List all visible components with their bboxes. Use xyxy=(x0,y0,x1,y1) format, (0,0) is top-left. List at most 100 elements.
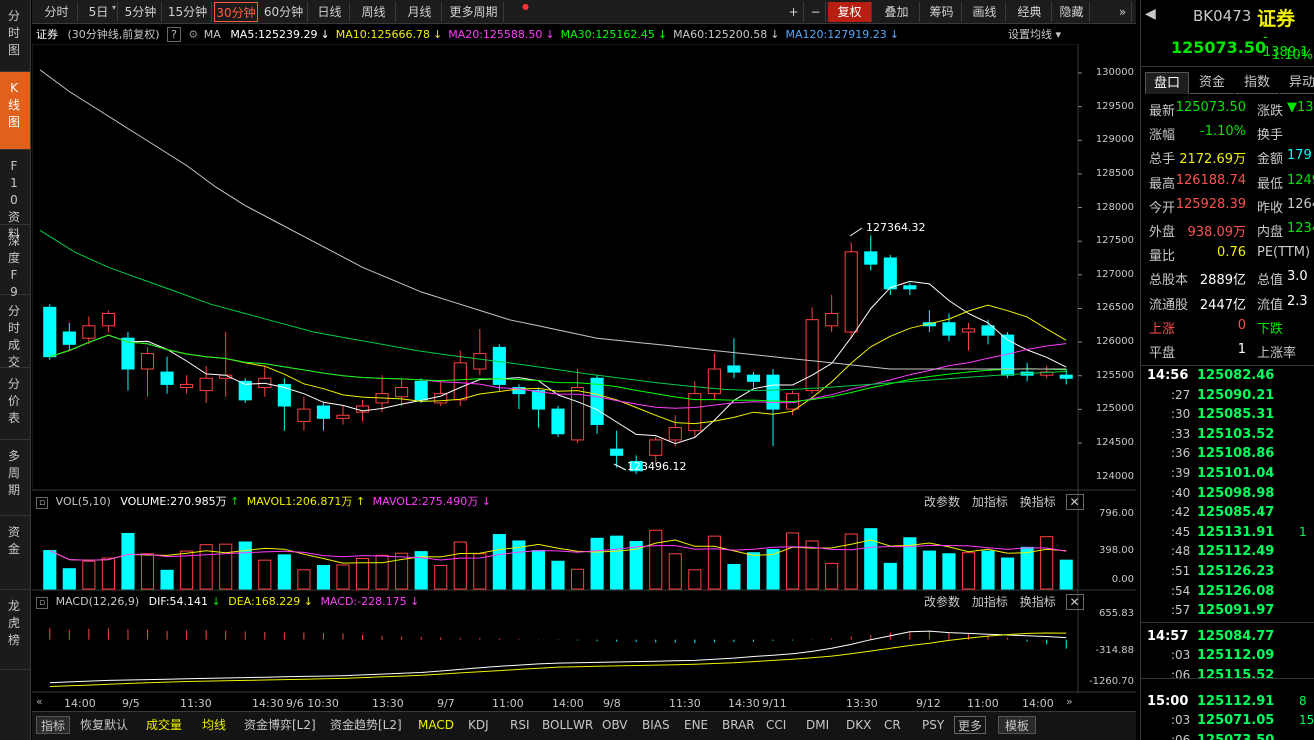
candle[interactable] xyxy=(610,430,624,468)
quote-tab-3[interactable]: 异动 xyxy=(1280,72,1314,94)
period-tab-5[interactable]: 60分钟 xyxy=(260,2,308,22)
indicator-tab-2[interactable]: 成交量 xyxy=(146,716,182,734)
candle[interactable] xyxy=(492,344,506,391)
candle[interactable] xyxy=(883,254,897,295)
volume-bar[interactable] xyxy=(1020,546,1034,590)
volume-bar[interactable] xyxy=(277,554,291,590)
indicator-tab-19[interactable]: PSY xyxy=(922,716,944,734)
volume-bar[interactable] xyxy=(727,563,741,590)
sidebar-item-4[interactable]: 分时成交 xyxy=(0,295,30,369)
volume-bar[interactable] xyxy=(707,535,721,590)
candle[interactable] xyxy=(82,316,96,345)
volume-bar[interactable] xyxy=(258,559,272,590)
candle[interactable] xyxy=(297,396,311,431)
volume-bar[interactable] xyxy=(590,537,604,590)
indicator-tab-8[interactable]: RSI xyxy=(510,716,530,734)
candle[interactable] xyxy=(903,282,917,295)
indicator-tab-1[interactable]: 恢复默认 xyxy=(80,716,128,734)
volume-bar[interactable] xyxy=(238,541,252,590)
volume-bar[interactable] xyxy=(570,568,585,590)
volume-bar[interactable] xyxy=(1001,557,1015,590)
candle[interactable] xyxy=(844,242,858,339)
candle[interactable] xyxy=(922,310,936,332)
indicator-tab-10[interactable]: WR xyxy=(573,716,593,734)
toolbar-right-1[interactable]: − xyxy=(806,2,826,22)
volume-bar[interactable] xyxy=(82,560,96,590)
volume-bar[interactable] xyxy=(629,540,643,590)
candle[interactable] xyxy=(570,369,585,443)
volume-bar[interactable] xyxy=(434,565,448,590)
indicator-tab-13[interactable]: ENE xyxy=(684,716,708,734)
period-tab-2[interactable]: 5分钟 xyxy=(120,2,162,22)
sidebar-item-3[interactable]: 深度F9 xyxy=(0,225,30,299)
candle[interactable] xyxy=(1020,362,1034,382)
period-tab-8[interactable]: 月线 xyxy=(398,2,442,22)
indicator-tab-18[interactable]: CR xyxy=(884,716,901,734)
sidebar-item-0[interactable]: 分时图 xyxy=(0,0,30,72)
candle[interactable] xyxy=(375,375,389,413)
period-tab-6[interactable]: 日线 xyxy=(310,2,350,22)
toolbar-right-5[interactable]: 画线 xyxy=(964,2,1006,22)
volume-bar[interactable] xyxy=(942,553,956,590)
indicator-tab-7[interactable]: KDJ xyxy=(468,716,489,734)
toolbar-right-3[interactable]: 叠加 xyxy=(874,2,920,22)
volume-bar[interactable] xyxy=(864,528,878,590)
help-icon[interactable]: ? xyxy=(167,27,181,42)
candle[interactable] xyxy=(180,375,194,394)
scroll-left-icon[interactable]: « xyxy=(36,695,43,708)
candle[interactable] xyxy=(551,406,565,437)
candle[interactable] xyxy=(473,328,487,376)
candle[interactable] xyxy=(434,381,448,406)
period-tab-7[interactable]: 周线 xyxy=(352,2,396,22)
volume-bar[interactable] xyxy=(297,569,311,590)
macd-close-icon[interactable]: ✕ xyxy=(1065,594,1084,610)
volume-bar[interactable] xyxy=(140,553,155,590)
toolbar-right-4[interactable]: 筹码 xyxy=(922,2,962,22)
indicator-tab-16[interactable]: DMI xyxy=(806,716,829,734)
vol-edit-params[interactable]: 改参数 xyxy=(924,495,960,509)
candle[interactable] xyxy=(62,322,76,351)
volume-bar[interactable] xyxy=(453,541,467,590)
indicator-tab-21[interactable]: 模板 xyxy=(998,716,1037,734)
quote-tab-1[interactable]: 资金 xyxy=(1190,72,1234,94)
volume-bar[interactable] xyxy=(688,569,702,590)
candle[interactable] xyxy=(746,372,761,388)
indicator-tab-20[interactable]: 更多 xyxy=(954,716,987,734)
indicator-tab-0[interactable]: 指标 xyxy=(36,716,71,734)
vol-collapse-icon[interactable]: ▫ xyxy=(36,497,49,509)
macd-add-indicator[interactable]: 加指标 xyxy=(972,595,1008,609)
volume-bar[interactable] xyxy=(825,562,839,590)
volume-bar[interactable] xyxy=(883,562,897,590)
candle[interactable] xyxy=(688,381,702,437)
vol-close-icon[interactable]: ✕ xyxy=(1065,494,1084,510)
indicator-tab-5[interactable]: 资金趋势[L2] xyxy=(330,716,402,734)
candle[interactable] xyxy=(336,406,350,425)
indicator-tab-4[interactable]: 资金博弈[L2] xyxy=(244,716,316,734)
volume-bar[interactable] xyxy=(1040,536,1054,590)
toolbar-right-2[interactable]: 复权 xyxy=(828,2,872,22)
sidebar-item-8[interactable]: 龙虎榜 xyxy=(0,590,30,670)
indicator-tab-15[interactable]: CCI xyxy=(766,716,786,734)
period-tab-3[interactable]: 15分钟 xyxy=(164,2,212,22)
volume-bar[interactable] xyxy=(551,560,565,590)
indicator-tab-17[interactable]: DKX xyxy=(846,716,871,734)
volume-bar[interactable] xyxy=(219,543,233,590)
candle[interactable] xyxy=(160,356,174,394)
ma-settings-button[interactable]: 设置均线 ▾ xyxy=(1008,26,1061,44)
indicator-tab-12[interactable]: BIAS xyxy=(642,716,670,734)
candle[interactable] xyxy=(961,322,976,351)
candle[interactable] xyxy=(140,347,155,397)
volume-bar[interactable] xyxy=(43,550,57,590)
macd-collapse-icon[interactable]: ▫ xyxy=(36,597,49,609)
volume-bar[interactable] xyxy=(961,552,976,590)
candle[interactable] xyxy=(258,365,272,397)
volume-bar[interactable] xyxy=(492,534,506,590)
indicator-tab-14[interactable]: BRAR xyxy=(722,716,755,734)
candle[interactable] xyxy=(766,369,780,447)
sidebar-item-7[interactable]: 资金 xyxy=(0,516,30,590)
volume-bar[interactable] xyxy=(649,529,663,590)
volume-bar[interactable] xyxy=(375,554,389,590)
indicator-tab-9[interactable]: BOLL xyxy=(542,716,573,734)
volume-bar[interactable] xyxy=(160,569,174,590)
volume-bar[interactable] xyxy=(62,568,76,590)
